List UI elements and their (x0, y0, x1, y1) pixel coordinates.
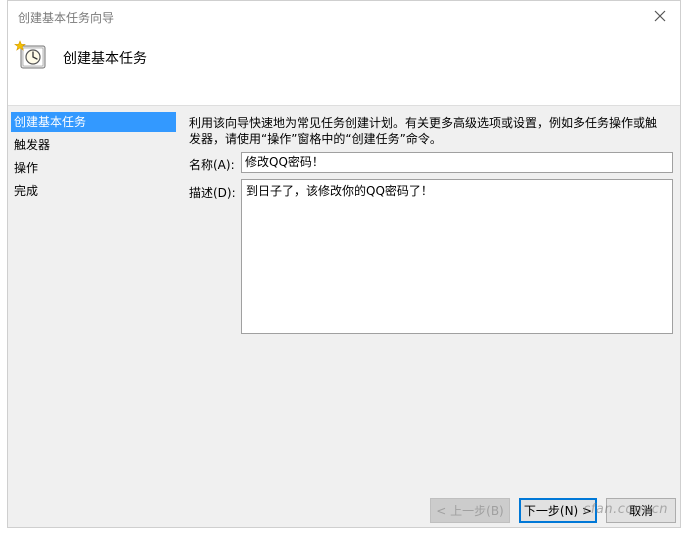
sidebar-item-create-basic-task[interactable]: 创建基本任务 (11, 112, 176, 132)
wizard-header: 创建基本任务 (8, 31, 680, 106)
name-label: 名称(A): (189, 158, 235, 172)
back-button[interactable]: < 上一步(B) (430, 498, 510, 523)
watermark: cfan.com.cn (583, 502, 668, 517)
wizard-window: 创建基本任务向导 创建基本任务 创建基本任务 触发器 操作 完成 利用该向导快速… (7, 0, 681, 528)
sidebar-item-trigger[interactable]: 触发器 (11, 135, 176, 155)
description-label: 描述(D): (189, 186, 236, 200)
sidebar-item-action[interactable]: 操作 (11, 158, 176, 178)
title-bar: 创建基本任务向导 (8, 1, 680, 31)
wizard-main-panel: 利用该向导快速地为常见任务创建计划。有关更多高级选项或设置，例如多任务操作或触发… (179, 106, 680, 527)
description-field[interactable]: 到日子了，该修改你的QQ密码了！ (241, 179, 673, 334)
task-clock-icon (14, 40, 46, 69)
name-field[interactable]: 修改QQ密码！ (241, 152, 673, 173)
sidebar-item-finish[interactable]: 完成 (11, 181, 176, 201)
close-icon (654, 10, 666, 22)
close-button[interactable] (640, 1, 680, 31)
intro-text: 利用该向导快速地为常见任务创建计划。有关更多高级选项或设置，例如多任务操作或触发… (189, 116, 658, 146)
window-title: 创建基本任务向导 (18, 11, 115, 25)
wizard-steps-sidebar: 创建基本任务 触发器 操作 完成 (8, 106, 179, 527)
page-title: 创建基本任务 (63, 51, 147, 67)
